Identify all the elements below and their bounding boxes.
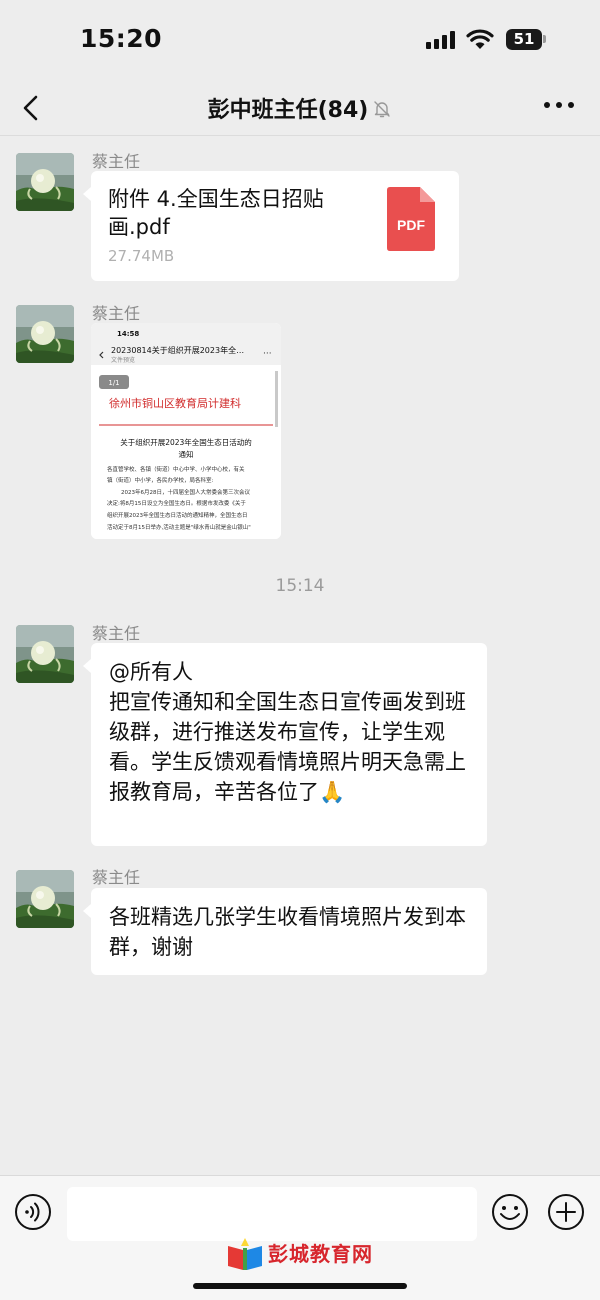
avatar[interactable] [16, 305, 74, 363]
home-indicator [193, 1283, 407, 1289]
plus-icon[interactable] [547, 1193, 585, 1231]
preview-line: 决定:将8月15日设立为全国生态日。根据市发改委《关于 [107, 499, 246, 507]
sender-name: 蔡主任 [92, 624, 141, 643]
preview-subtitle: 文件预览 [111, 356, 135, 364]
avatar[interactable] [16, 153, 74, 211]
sender-name: 蔡主任 [92, 152, 141, 171]
time-separator: 15:14 [275, 576, 325, 596]
status-time: 15:20 [80, 24, 163, 53]
preview-title: 20230814关于组织开展2023年全… [111, 345, 244, 355]
preview-line: 活动定于8月15日举办,活动主题是"绿水青山就是金山银山" [107, 523, 251, 531]
file-name: 附件 4.全国生态日招贴画.pdf [108, 187, 324, 239]
chat-title: 彭中班主任(84) [207, 98, 369, 123]
svg-text:···: ··· [263, 349, 272, 359]
preview-org: 徐州市铜山区教育局计建科 [109, 396, 241, 410]
pdf-icon: PDF [387, 187, 435, 251]
document-preview-image[interactable]: 14:58 20230814关于组织开展2023年全… 文件预览 ··· 1/1… [91, 323, 281, 539]
watermark: 彭城教育网 [226, 1234, 386, 1274]
text-message[interactable]: @所有人 把宣传通知和全国生态日宣传画发到班级群，进行推送发布宣传，让学生观看。… [83, 643, 487, 846]
sender-name: 蔡主任 [92, 304, 141, 323]
preview-line: 镇（街道）中小学，各民办学校，局各科室: [107, 476, 214, 484]
more-icon[interactable] [544, 102, 574, 112]
file-size: 27.74MB [108, 247, 175, 265]
mute-bell-icon [374, 101, 391, 118]
avatar[interactable] [16, 625, 74, 683]
preview-doc-title-1: 关于组织开展2023年全国生态日活动的 [120, 437, 252, 447]
document-preview-content: 14:58 20230814关于组织开展2023年全… 文件预览 ··· 1/1… [91, 323, 281, 539]
signal-icon [426, 31, 458, 49]
file-message[interactable]: 附件 4.全国生态日招贴画.pdf 27.74MB PDF [83, 171, 459, 281]
emoji-icon[interactable] [491, 1193, 529, 1231]
voice-icon[interactable] [14, 1193, 52, 1231]
wifi-icon [466, 29, 494, 49]
preview-page-indicator: 1/1 [108, 379, 119, 387]
preview-line: 2023年6月28日，十四届全国人大常委会第三次会议 [121, 488, 250, 496]
watermark-logo-icon [228, 1238, 262, 1270]
text-message[interactable]: 各班精选几张学生收看情境照片发到本群，谢谢 [83, 888, 487, 975]
preview-line: 组织开展2023年全国生态日活动的通知精神，全国生态日 [107, 511, 248, 519]
avatar[interactable] [16, 870, 74, 928]
sender-name: 蔡主任 [92, 868, 141, 887]
battery-icon: 51 [506, 29, 546, 50]
battery-level: 51 [506, 29, 542, 50]
message-input[interactable] [67, 1187, 477, 1241]
input-bar: 彭城教育网 [0, 1175, 600, 1300]
watermark-text: 彭城教育网 [268, 1242, 373, 1266]
pdf-badge: PDF [397, 217, 425, 233]
preview-doc-title-2: 通知 [179, 449, 194, 459]
chat-title-wrap: 彭中班主任(84) [0, 92, 600, 124]
preview-phone-time: 14:58 [117, 330, 139, 338]
preview-line: 各直管学校、各镇（街道）中心中学、小学中心校，有关 [107, 465, 245, 473]
status-bar: 15:20 51 [0, 0, 600, 80]
chat-header: 彭中班主任(84) [0, 80, 600, 136]
